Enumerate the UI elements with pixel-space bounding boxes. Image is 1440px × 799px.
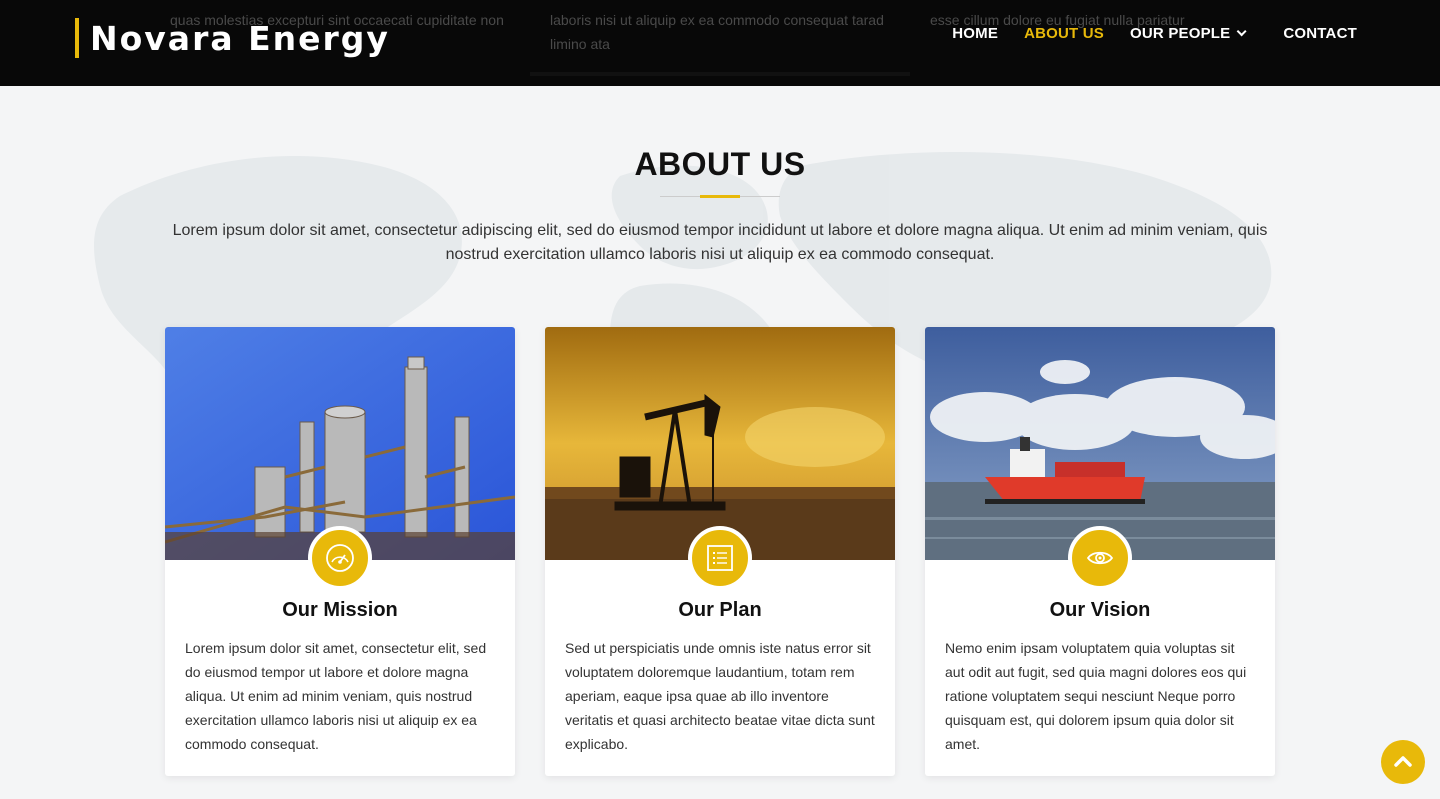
card-text: Nemo enim ipsam voluptatem quia voluptas… bbox=[945, 640, 1247, 752]
eye-badge bbox=[1068, 526, 1132, 590]
about-section: ABOUT US Lorem ipsum dolor sit amet, con… bbox=[0, 86, 1440, 799]
card-text: Sed ut perspiciatis unde omnis iste natu… bbox=[565, 640, 875, 752]
eye-icon bbox=[1086, 551, 1114, 565]
card-title: Our Plan bbox=[678, 599, 762, 621]
brand-name: Novara Energy bbox=[90, 18, 390, 58]
card-our-plan: Our Plan Sed ut perspiciatis unde omnis … bbox=[545, 327, 895, 776]
nav-our-people[interactable]: OUR PEOPLE bbox=[1117, 22, 1256, 44]
chevron-down-icon bbox=[1237, 25, 1247, 36]
list-icon bbox=[707, 545, 733, 571]
behind-text-3: limino ata bbox=[550, 36, 610, 52]
section-intro: Lorem ipsum dolor sit amet, consectetur … bbox=[172, 222, 1268, 263]
nav-contact[interactable]: CONTACT bbox=[1270, 22, 1357, 44]
main-nav: HOME ABOUT US OUR PEOPLE CONTACT bbox=[939, 22, 1357, 44]
nav-about-us[interactable]: ABOUT US bbox=[1011, 22, 1117, 44]
nav-home[interactable]: HOME bbox=[939, 22, 1011, 44]
speedometer-badge bbox=[308, 526, 372, 590]
site-header: quas molestias excepturi sint occaecati … bbox=[0, 0, 1440, 86]
card-title: Our Mission bbox=[282, 599, 398, 621]
behind-text-2: laboris nisi ut aliquip ex ea commodo co… bbox=[550, 12, 884, 28]
nav-home-label: HOME bbox=[952, 24, 999, 42]
scroll-to-top-button[interactable] bbox=[1381, 740, 1425, 784]
title-accent-bar bbox=[700, 195, 740, 198]
nav-contact-label: CONTACT bbox=[1283, 24, 1357, 42]
nav-about-us-label: ABOUT US bbox=[1024, 24, 1105, 42]
nav-our-people-label: OUR PEOPLE bbox=[1130, 24, 1231, 42]
chevron-up-icon bbox=[1394, 756, 1412, 767]
section-title: ABOUT US bbox=[634, 146, 806, 182]
card-our-vision: Our Vision Nemo enim ipsam voluptatem qu… bbox=[925, 327, 1275, 776]
behind-divider bbox=[530, 72, 910, 76]
card-title: Our Vision bbox=[1049, 599, 1151, 621]
card-our-mission: Our Mission Lorem ipsum dolor sit amet, … bbox=[165, 327, 515, 776]
card-text: Lorem ipsum dolor sit amet, consectetur … bbox=[185, 640, 487, 752]
speedometer-icon bbox=[326, 544, 354, 572]
brand-logo[interactable]: Novara Energy bbox=[75, 18, 390, 58]
list-badge bbox=[688, 526, 752, 590]
